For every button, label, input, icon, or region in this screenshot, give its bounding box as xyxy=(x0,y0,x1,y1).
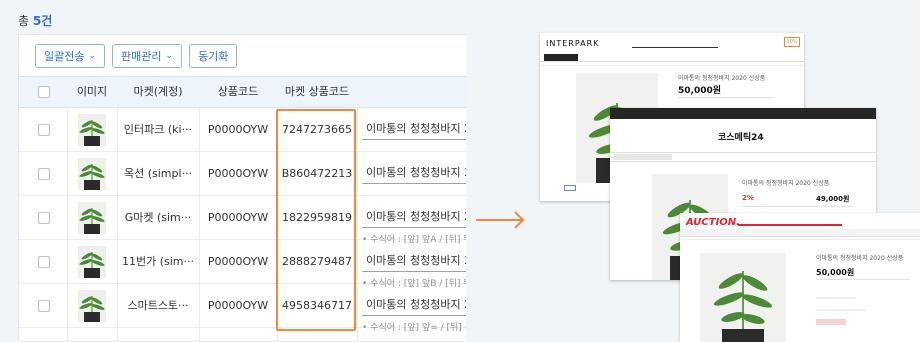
sales-manage-button[interactable]: 판매관리 ⌄ xyxy=(112,44,183,68)
total-count: 총 5건 xyxy=(18,12,52,29)
market-code-highlight xyxy=(276,109,356,331)
modifier-memo: • 수식어 : [앞] 앞= / [뒤] =뒤 xyxy=(362,323,466,333)
market-account: 옥션 (simpl··· xyxy=(123,167,193,180)
row-checkbox[interactable] xyxy=(38,256,50,268)
cosmetic24-price: 49,000원 xyxy=(816,195,850,203)
product-thumbnail xyxy=(78,246,106,278)
arrow-right-icon xyxy=(476,211,525,229)
cosmetic24-discount: 2% xyxy=(742,194,754,202)
row-checkbox[interactable] xyxy=(38,124,50,136)
product-name-input[interactable]: 이마통의 청청청바지 2020 xyxy=(362,162,466,184)
col-image: 이미지 xyxy=(76,85,108,98)
total-count-prefix: 총 xyxy=(18,14,33,28)
bulk-send-label: 일괄전송 xyxy=(44,50,85,63)
product-thumbnail xyxy=(78,290,106,322)
product-name-input[interactable]: 이마통의 청청청바지 2020 xyxy=(362,250,466,272)
auction-price: 50,000원 xyxy=(816,268,855,277)
product-thumbnail xyxy=(78,114,106,146)
interpark-title: 이마통의 청청청바지 2020 신상품 xyxy=(678,75,766,82)
table-row: 인터파크 (ki··· P0000OYW 7247273665 이마통의 청청청바지 … xyxy=(19,108,466,152)
auction-logo: AUCTION. xyxy=(686,217,740,228)
sales-manage-label: 판매관리 xyxy=(121,50,162,63)
total-count-value: 5건 xyxy=(32,14,53,28)
market-account: 스마트스토··· xyxy=(127,299,189,312)
chevron-down-icon: ⌄ xyxy=(88,51,97,61)
select-all-checkbox[interactable] xyxy=(38,86,50,98)
product-code: P0000OYW xyxy=(207,211,269,224)
product-code: P0000OYW xyxy=(207,255,269,268)
product-code: P0000OYW xyxy=(207,123,269,136)
row-checkbox[interactable] xyxy=(38,300,50,312)
row-checkbox[interactable] xyxy=(38,212,50,224)
auction-preview: AUCTION. 이마통의 청청청바지 2020 신상품 50,000원 xyxy=(680,213,920,342)
table-header: 이미지 마켓(계정) 상품코드 마켓 상품코드 xyxy=(19,76,466,108)
product-code: P0000OYW xyxy=(207,299,269,312)
product-name-input[interactable]: 이마통의 청청청바지 2020 xyxy=(362,294,466,316)
interpark-logo: INTERPARK xyxy=(546,39,600,48)
table-row: 옥션 (simpl··· P0000OYW B860472213 이마통의 청청청바지… xyxy=(19,152,466,196)
product-thumbnail xyxy=(78,158,106,190)
product-name-input[interactable]: 이마통의 청청청바지 2020 xyxy=(362,206,466,228)
market-account: G마켓 (sim··· xyxy=(124,211,192,224)
col-product-code: 상품코드 xyxy=(217,85,259,98)
col-market-code: 마켓 상품코드 xyxy=(284,85,350,98)
sync-label: 동기화 xyxy=(198,50,229,63)
sync-button[interactable]: 동기화 xyxy=(189,44,238,68)
auction-title: 이마통의 청청청바지 2020 신상품 xyxy=(816,255,904,262)
col-market: 마켓(계정) xyxy=(133,85,183,98)
cosmetic24-title: 이마통의 청청청바지 2020 신상품 xyxy=(742,180,830,187)
cosmetic24-logo: 코스메틱24 xyxy=(718,133,764,143)
product-list-panel: 일괄전송 ⌄ 판매관리 ⌄ 동기화 이미지 마켓(계정) 상품코드 마켓 상품코드 … xyxy=(18,34,466,342)
product-code: P0000OYW xyxy=(207,167,269,180)
bulk-send-button[interactable]: 일괄전송 ⌄ xyxy=(35,44,106,68)
chevron-down-icon: ⌄ xyxy=(165,51,174,61)
product-name-input[interactable]: 이마통의 청청청바지 2020 xyxy=(362,118,466,140)
market-account: 인터파크 (ki··· xyxy=(123,123,193,136)
row-checkbox[interactable] xyxy=(38,168,50,180)
toolbar: 일괄전송 ⌄ 판매관리 ⌄ 동기화 xyxy=(35,44,238,68)
market-account: 11번가 (sim··· xyxy=(121,255,195,268)
interpark-price: 50,000원 xyxy=(678,86,722,96)
product-photo xyxy=(700,253,786,342)
coupon-badge: 10% xyxy=(784,37,800,47)
product-thumbnail xyxy=(78,202,106,234)
